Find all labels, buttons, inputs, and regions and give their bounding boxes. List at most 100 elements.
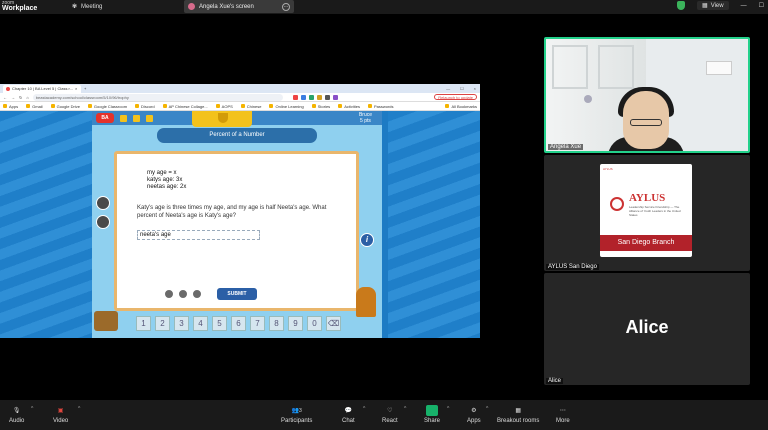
apps-options-chevron-icon[interactable]: ^ (486, 406, 488, 412)
backspace-key-icon[interactable]: ⌫ (326, 316, 341, 331)
keypad-key[interactable]: 2 (155, 316, 170, 331)
book-icon[interactable] (133, 114, 140, 122)
more-button[interactable]: ⋯ More (556, 405, 570, 424)
browser-close-icon[interactable]: × (474, 86, 476, 91)
minimize-icon[interactable]: — (741, 3, 747, 9)
address-bar[interactable]: beastacademy.com/school/classroom/5/10/9… (32, 93, 283, 101)
browser-tab[interactable]: Chapter 10 | BA Level 5 | Class r... × (3, 84, 81, 93)
bookmark-item[interactable]: Activities (338, 104, 360, 109)
apps-label: Apps (467, 418, 481, 424)
breakout-rooms-button[interactable]: ▦ Breakout rooms (497, 405, 539, 424)
redo-icon[interactable] (178, 289, 188, 299)
clear-icon[interactable] (192, 289, 202, 299)
bookmark-icon (240, 104, 245, 108)
extension-icon[interactable] (300, 94, 306, 100)
meeting-menu[interactable]: ✾ Meeting (72, 3, 102, 11)
audio-options-chevron-icon[interactable]: ^ (31, 406, 33, 412)
back-icon[interactable]: ← (3, 95, 7, 100)
chat-options-chevron-icon[interactable]: ^ (363, 406, 365, 412)
bookmark-icon (135, 104, 140, 108)
trophy-icon (218, 113, 228, 123)
video-button[interactable]: ▣ Video (53, 405, 68, 424)
extension-icon[interactable] (324, 94, 330, 100)
extension-icon[interactable] (316, 94, 322, 100)
door-knob (584, 95, 592, 103)
number-keypad: 1 2 3 4 5 6 7 8 9 0 ⌫ (136, 316, 341, 331)
player-badge[interactable]: Bruce 5 pts (359, 112, 372, 124)
home-icon[interactable] (120, 114, 127, 122)
info-icon[interactable]: i (360, 233, 374, 247)
new-tab-icon[interactable]: + (84, 86, 86, 91)
keypad-key[interactable]: 8 (269, 316, 284, 331)
pencil-icon[interactable] (96, 196, 110, 210)
meeting-toolbar: 🎙 Audio ^ ▣ Video ^ 👥 3 Participants 💬 Ch… (0, 400, 768, 430)
audio-button[interactable]: 🎙 Audio (9, 405, 24, 424)
audio-label: Audio (9, 418, 25, 424)
apps-button[interactable]: ⚙ Apps (467, 405, 481, 424)
beast-academy-logo[interactable]: BA (96, 113, 114, 123)
screen-share-tab[interactable]: Angela Xue's screen ··· (184, 0, 294, 13)
bookmark-item[interactable]: AOPS (215, 104, 233, 109)
bookmark-item[interactable]: Stories (311, 104, 330, 109)
video-options-chevron-icon[interactable]: ^ (78, 406, 80, 412)
extension-icon[interactable] (332, 94, 338, 100)
forward-icon[interactable]: → (11, 95, 15, 100)
view-button[interactable]: ▦ View (697, 1, 729, 10)
browser-minimize-icon[interactable]: — (446, 86, 450, 91)
bookmarks-bar: Apps Gmail Google Drive Google Classroom… (0, 102, 480, 111)
react-button[interactable]: ♡ React (382, 405, 398, 424)
keypad-key[interactable]: 9 (288, 316, 303, 331)
bookmark-item[interactable]: Google Drive (50, 104, 80, 109)
bookmark-item[interactable]: Discord (135, 104, 155, 109)
tab-close-icon[interactable]: × (75, 86, 77, 91)
bookmark-item[interactable]: Passwords (367, 104, 394, 109)
submit-button[interactable]: SUBMIT (217, 288, 257, 300)
keypad-key[interactable]: 4 (193, 316, 208, 331)
browser-maximize-icon[interactable]: ☐ (460, 86, 464, 91)
security-shield-icon[interactable] (677, 1, 686, 10)
bookmark-label: Apps (9, 103, 19, 109)
undo-icon[interactable] (164, 289, 174, 299)
relaunch-button[interactable]: Relaunch to update (434, 94, 477, 100)
maximize-icon[interactable]: ☐ (759, 2, 764, 9)
participants-button[interactable]: 👥 3 Participants (281, 405, 312, 425)
chat-button[interactable]: 💬 Chat (342, 405, 355, 424)
all-bookmarks[interactable]: All Bookmarks (445, 104, 477, 109)
keypad-key[interactable]: 1 (136, 316, 151, 331)
home-icon[interactable]: ⌂ (26, 95, 28, 100)
scratch-line: katys age: 3x (147, 177, 183, 183)
bookmark-item[interactable]: Chinese (240, 104, 261, 109)
answer-input[interactable]: neeta's age (137, 230, 260, 240)
keypad-key[interactable]: 6 (231, 316, 246, 331)
reload-icon[interactable]: ↻ (19, 95, 22, 100)
bookmark-item[interactable]: Online Learning (269, 104, 304, 109)
bookmark-item[interactable]: Gmail (26, 103, 43, 109)
share-options-chevron-icon[interactable]: ^ (447, 406, 449, 412)
aylus-subtitle: Leadership Service Friendship — The Alli… (629, 205, 681, 217)
video-label: Video (53, 418, 69, 424)
zoom-top-bar: zoom Workplace ✾ Meeting Angela Xue's sc… (0, 0, 768, 14)
bookmark-icon (50, 104, 55, 108)
puzzle-icon[interactable] (146, 114, 153, 122)
share-options-icon[interactable]: ··· (282, 2, 290, 11)
participant-tile-aylus[interactable]: AYLUS AYLUS Leadership Service Friendshi… (544, 155, 750, 271)
keypad-key[interactable]: 7 (250, 316, 265, 331)
shared-screen[interactable]: Chapter 10 | BA Level 5 | Class r... × +… (0, 84, 480, 338)
sharer-avatar-icon (188, 3, 195, 10)
extension-icon[interactable] (308, 94, 314, 100)
right-background (388, 111, 480, 338)
bookmark-item[interactable]: Apps (3, 104, 18, 109)
participant-tile-angela[interactable]: Angela Xue (544, 37, 750, 153)
react-options-chevron-icon[interactable]: ^ (404, 406, 406, 412)
extension-icon[interactable] (292, 94, 298, 100)
bookmark-label: Gmail (32, 103, 43, 109)
bookmark-icon (338, 104, 343, 108)
share-button[interactable]: Share (424, 405, 440, 424)
bookmark-item[interactable]: AP Chinese Collage... (162, 104, 208, 109)
keypad-key[interactable]: 0 (307, 316, 322, 331)
participant-tile-alice[interactable]: Alice Alice (544, 273, 750, 385)
eraser-icon[interactable] (96, 215, 110, 229)
bookmark-item[interactable]: Google Classroom (87, 104, 127, 109)
keypad-key[interactable]: 3 (174, 316, 189, 331)
keypad-key[interactable]: 5 (212, 316, 227, 331)
